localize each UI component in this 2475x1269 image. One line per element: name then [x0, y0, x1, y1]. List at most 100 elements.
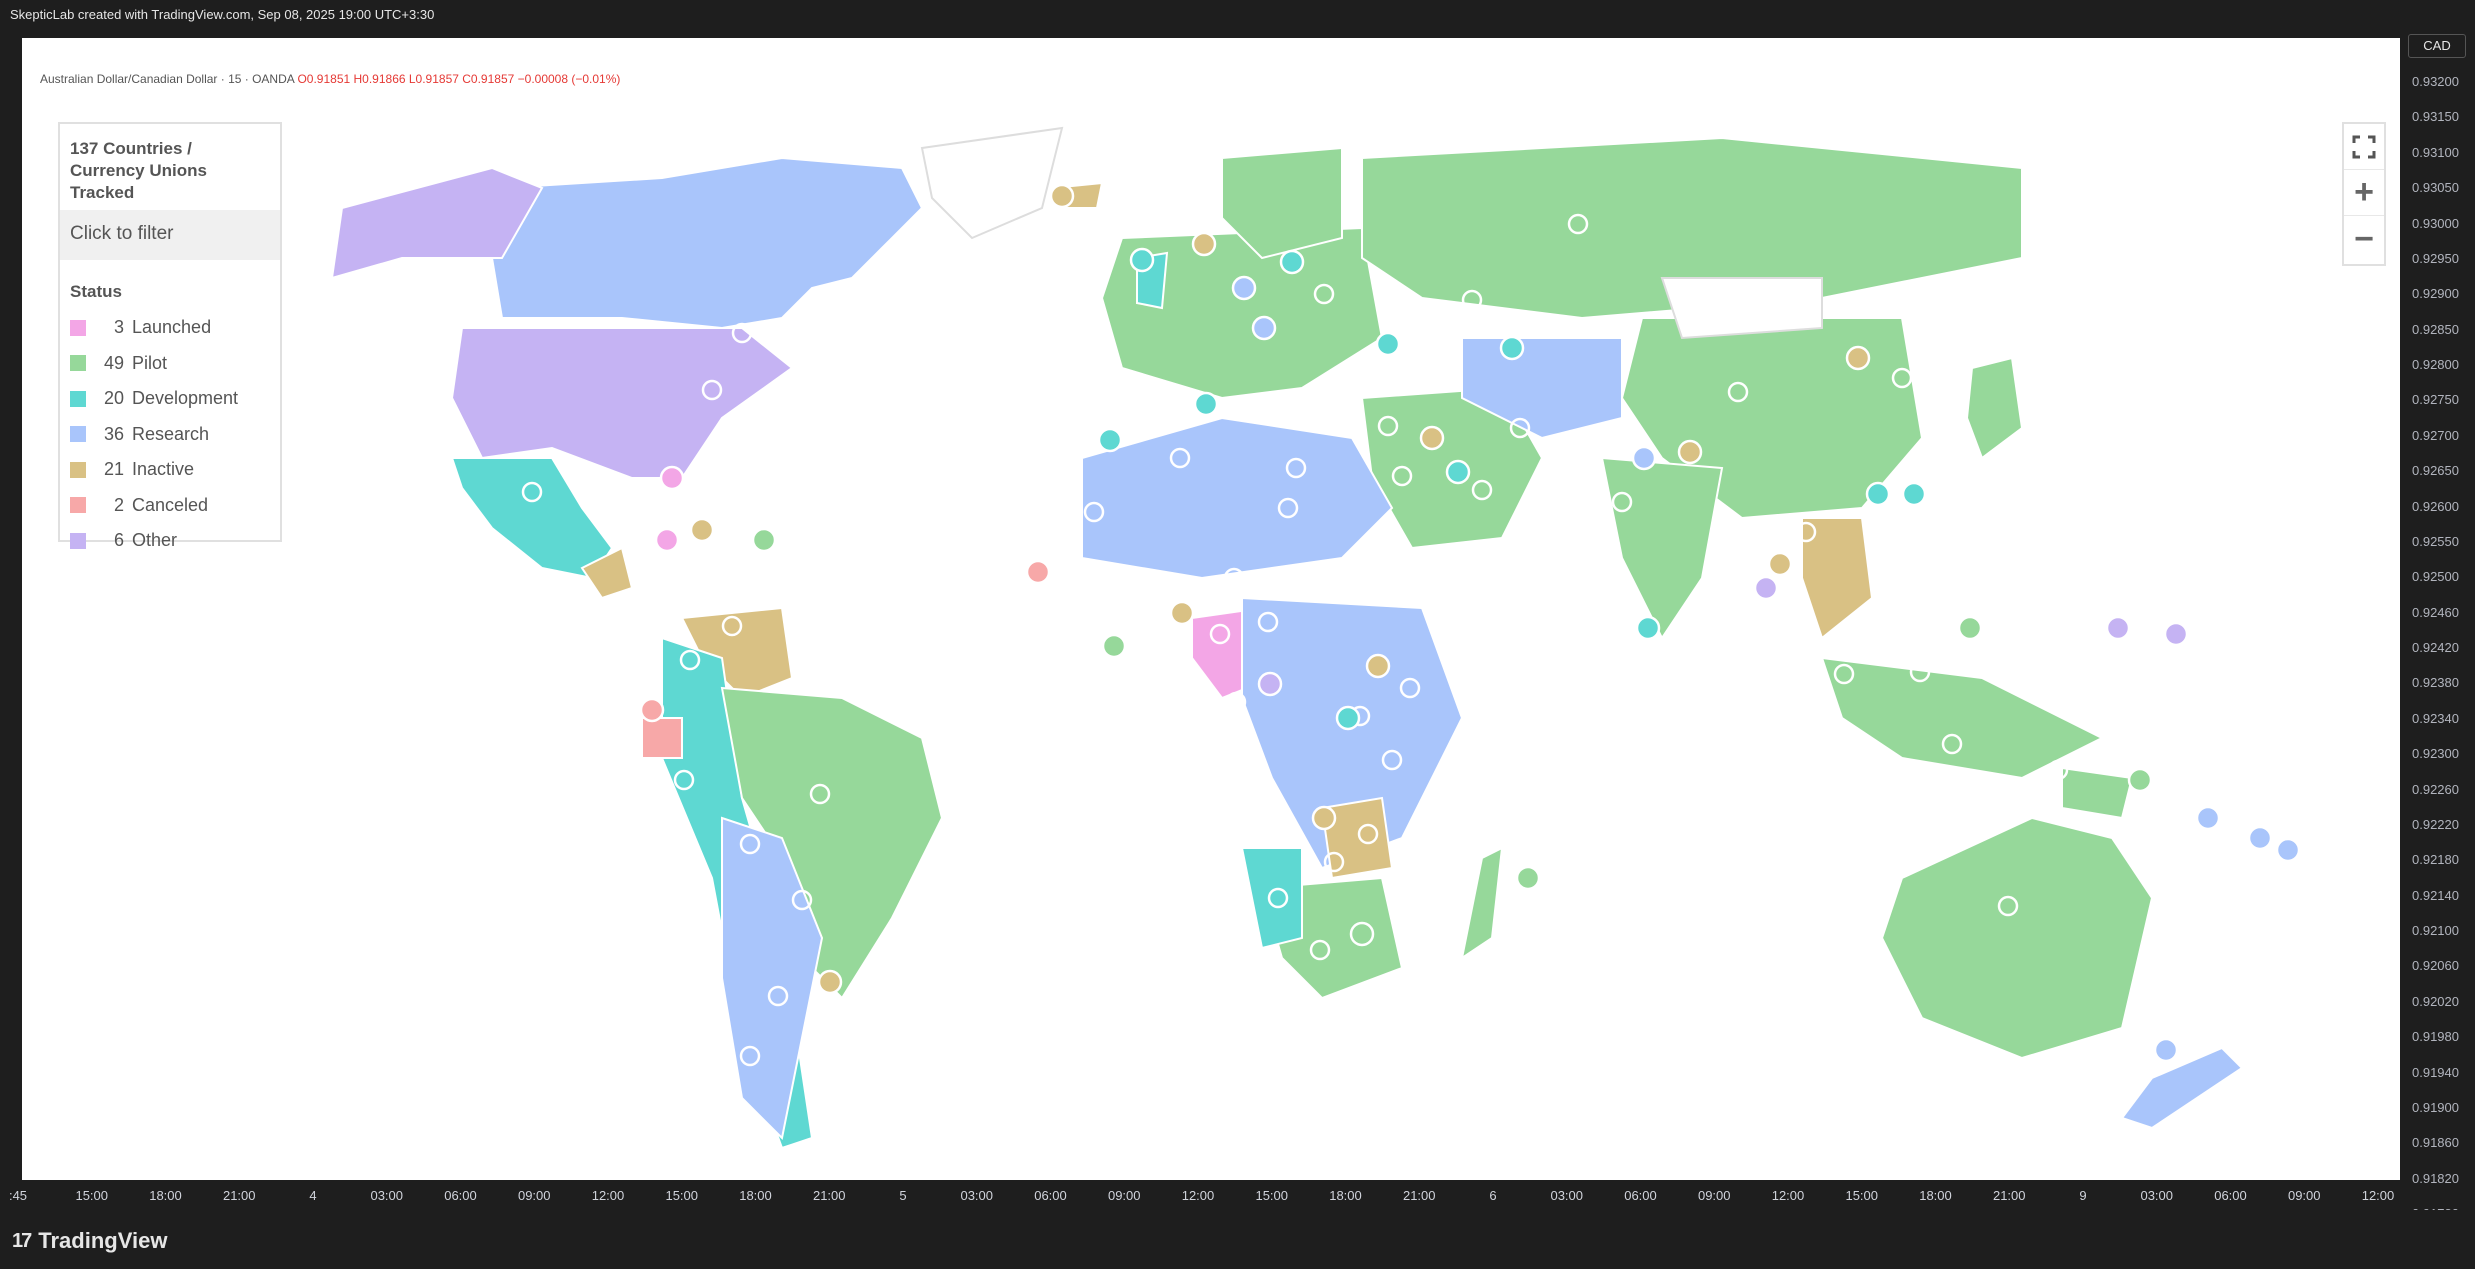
region-new-zealand[interactable]	[2120, 1046, 2244, 1130]
tradingview-brand[interactable]: 17 TradingView	[12, 1228, 167, 1254]
price-tick-label: 0.92100	[2412, 923, 2459, 938]
marker	[1193, 391, 1219, 417]
marker	[1865, 481, 1891, 507]
price-tick-label: 0.92020	[2412, 993, 2459, 1009]
region-namibia[interactable]	[1240, 847, 1303, 950]
marker	[1753, 575, 1779, 601]
time-tick-label: 9	[2079, 1188, 2087, 1203]
region-india[interactable]	[1600, 456, 1724, 640]
time-axis[interactable]: :45 15:00 18:00 21:00 4 03:00 06:00 09:00 12:00 1…	[0, 1180, 2400, 1210]
marker	[817, 969, 843, 995]
marker	[1311, 805, 1337, 831]
status-count: 2	[113, 494, 124, 515]
marker	[2105, 615, 2131, 641]
status-label: Development	[132, 388, 239, 409]
status-row-pilot[interactable]: 49 Pilot	[60, 346, 280, 382]
status-label: Research	[132, 423, 210, 444]
footer: 17 TradingView	[0, 1210, 2475, 1269]
region-ecuador[interactable]	[641, 717, 683, 759]
status-list: 3 Launched 49 Pilot 20 Development 36 Research 2…	[60, 310, 280, 559]
marker	[1443, 857, 1465, 879]
region-madagascar[interactable]	[1460, 846, 1504, 961]
price-tick-label: 0.92420	[2412, 640, 2459, 655]
marker	[751, 527, 777, 553]
marker	[1169, 600, 1195, 626]
time-tick-label: 21:00	[1992, 1188, 2026, 1203]
status-count: 21	[103, 459, 124, 480]
region-australia[interactable]	[1880, 816, 2154, 1060]
time-tick-label: 06:00	[1034, 1188, 1067, 1203]
time-tick-label: 18:00	[1919, 1188, 1952, 1203]
fullscreen-button[interactable]	[2344, 124, 2384, 170]
price-tick-label: 0.93050	[2412, 180, 2459, 196]
marker	[1257, 671, 1283, 697]
price-tick-label: 0.93100	[2412, 144, 2459, 160]
status-row-launched[interactable]: 3 Launched	[60, 310, 280, 346]
marker	[1445, 459, 1471, 485]
marker	[2153, 1037, 2179, 1063]
time-tick-label: 09:00	[517, 1188, 551, 1203]
time-tick-label: 21:00	[812, 1188, 846, 1203]
chart-panel[interactable]: Australian Dollar/Canadian Dollar · 15 ·…	[22, 38, 2400, 1180]
marker	[1515, 865, 1541, 891]
price-axis[interactable]: CAD 0.93200 0.93150 0.93100 0.93050 0.93000 0…	[2400, 28, 2475, 1221]
status-row-development[interactable]: 20 Development	[60, 381, 280, 417]
region-southeast-asia[interactable]	[1801, 517, 1874, 640]
filter-button[interactable]: Click to filter	[60, 210, 280, 260]
symbol-name: Australian Dollar/Canadian Dollar · 15 ·…	[40, 72, 295, 86]
marker	[659, 465, 685, 491]
time-tick-label: 12:00	[1771, 1188, 1805, 1203]
status-heading: Status	[70, 282, 122, 301]
status-swatch	[70, 461, 86, 478]
status-row-other[interactable]: 6 Other	[60, 523, 280, 559]
price-tick-label: 0.93200	[2412, 74, 2459, 89]
marker	[1071, 667, 1093, 689]
time-tick-label: 18:00	[149, 1188, 182, 1203]
marker	[1251, 315, 1277, 341]
region-png[interactable]	[2061, 766, 2134, 820]
status-swatch	[70, 497, 86, 514]
status-swatch	[70, 532, 86, 549]
zoom-out-button[interactable]: −	[2344, 216, 2384, 262]
region-mexico[interactable]	[450, 457, 614, 580]
region-usa[interactable]	[450, 327, 794, 479]
marker	[1631, 445, 1657, 471]
time-tick-label: 12:00	[2361, 1188, 2395, 1203]
status-swatch	[70, 390, 86, 407]
status-label: Launched	[132, 317, 212, 338]
symbol-legend[interactable]: Australian Dollar/Canadian Dollar · 15 ·…	[40, 72, 620, 86]
currency-badge[interactable]: CAD	[2408, 34, 2466, 58]
region-canada[interactable]	[490, 156, 924, 330]
marker	[1845, 345, 1871, 371]
marker	[654, 527, 680, 553]
time-tick-label: 4	[309, 1188, 317, 1203]
world-map[interactable]	[22, 38, 2400, 1180]
time-tick-label: 6	[1489, 1188, 1497, 1203]
marker	[1097, 427, 1123, 453]
time-tick-label: 15:00	[1845, 1188, 1879, 1203]
region-greenland[interactable]	[920, 126, 1064, 240]
zoom-in-button[interactable]: +	[2344, 170, 2384, 216]
price-tick-label: 0.92460	[2412, 604, 2459, 620]
status-label: Canceled	[132, 494, 209, 515]
price-tick-label: 0.92220	[2412, 816, 2459, 832]
time-tick-label: 12:00	[591, 1188, 625, 1203]
region-mongolia[interactable]	[1660, 277, 1823, 340]
status-row-canceled[interactable]: 2 Canceled	[60, 488, 280, 524]
status-row-research[interactable]: 36 Research	[60, 417, 280, 453]
price-tick-label: 0.92340	[2412, 710, 2459, 726]
price-tick-label: 0.93000	[2412, 215, 2459, 231]
price-tick-label: 0.93150	[2412, 109, 2459, 125]
status-label: Inactive	[132, 459, 195, 480]
status-row-inactive[interactable]: 21 Inactive	[60, 452, 280, 488]
region-japan[interactable]	[1965, 356, 2024, 460]
marker	[1557, 431, 1579, 453]
marker	[1375, 331, 1401, 357]
price-tick-label: 0.91940	[2412, 1064, 2459, 1080]
time-tick-label: 18:00	[1329, 1188, 1362, 1203]
price-tick-label: 0.92650	[2412, 463, 2459, 479]
marker	[2247, 825, 2273, 851]
marker	[1431, 353, 1453, 375]
region-north-africa[interactable]	[1081, 416, 1394, 580]
price-tick-label: 0.91860	[2412, 1135, 2459, 1151]
